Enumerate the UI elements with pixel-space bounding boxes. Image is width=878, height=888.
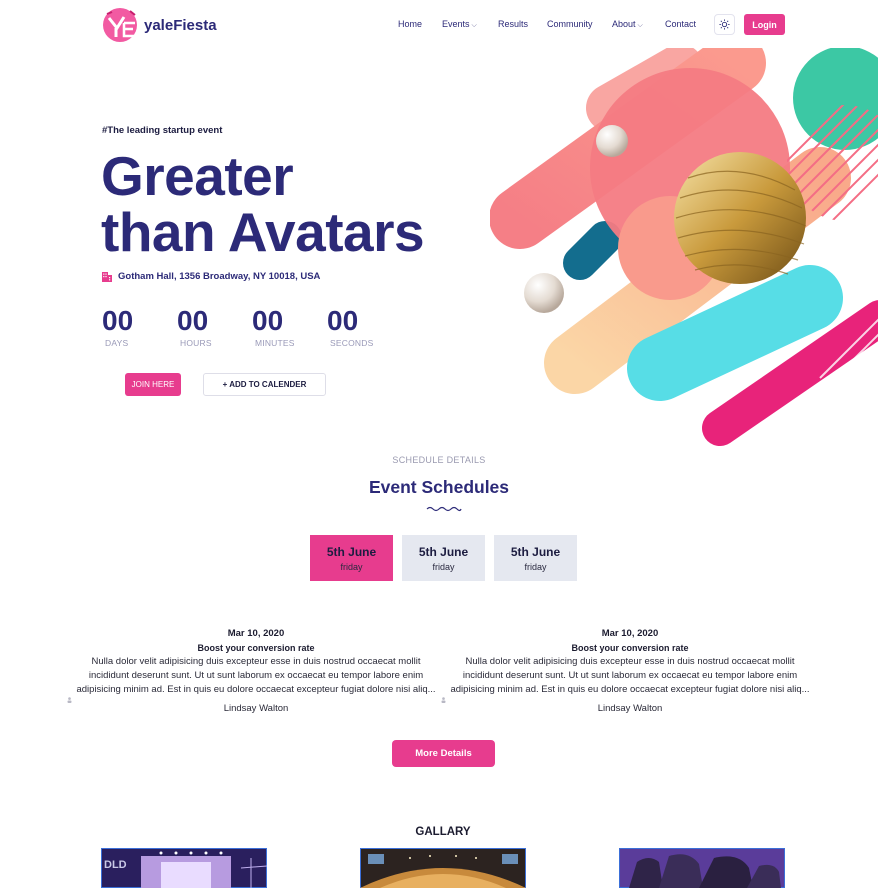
logo-icon	[103, 8, 137, 42]
event-desc-line: adipisicing minim ad. Est in quis eu dol…	[76, 684, 436, 695]
event-description: Nulla dolor velit adipisicing duis excep…	[69, 655, 443, 697]
hero-title-line2: than Avatars	[101, 201, 425, 263]
countdown-label: DAYS	[105, 338, 129, 348]
countdown-value: 00	[177, 305, 209, 336]
countdown-label: SECONDS	[330, 338, 374, 348]
event-desc-line: incididunt deserunt sunt. Ut ut sunt lab…	[462, 670, 798, 681]
event-date: Mar 10, 2020	[227, 628, 285, 639]
brand-logo[interactable]: yaleFiesta	[102, 6, 217, 44]
theme-toggle-button[interactable]	[714, 14, 735, 35]
day-tab[interactable]: 5th June friday	[494, 535, 577, 581]
countdown-value: 00	[327, 305, 359, 336]
conference-stage-image[interactable]: DLD	[101, 848, 267, 888]
day-tab-weekday: friday	[524, 562, 547, 572]
day-tab-weekday: friday	[340, 562, 363, 572]
countdown-days: 00 DAYS	[102, 305, 134, 349]
day-tab[interactable]: 5th June friday	[402, 535, 485, 581]
speaker-avatar-icon	[67, 697, 72, 703]
venue-address: Gotham Hall, 1356 Broadway, NY 10018, US…	[101, 270, 320, 282]
countdown-seconds: 00 SECONDS	[327, 305, 374, 349]
more-details-button[interactable]: More Details	[392, 740, 495, 767]
event-card: Mar 10, 2020 Boost your conversion rate …	[67, 628, 443, 714]
event-title: Boost your conversion rate	[197, 643, 315, 653]
nav-about-label: About	[612, 19, 636, 29]
venue-text: Gotham Hall, 1356 Broadway, NY 10018, US…	[118, 270, 321, 282]
countdown-value: 00	[102, 305, 134, 336]
building-icon	[102, 272, 112, 282]
stage-sign: DLD	[104, 859, 127, 871]
chevron-down-icon: ⌵	[637, 22, 643, 29]
event-card: Mar 10, 2020 Boost your conversion rate …	[441, 628, 817, 714]
event-date: Mar 10, 2020	[601, 628, 659, 639]
nav-about[interactable]: About ⌵	[612, 19, 643, 30]
day-tab-date: 5th June	[418, 545, 469, 559]
login-button[interactable]: Login	[744, 14, 785, 35]
schedule-title: Event Schedules	[368, 477, 510, 497]
add-to-calendar-button[interactable]: + ADD TO CALENDER	[203, 373, 326, 396]
day-tab-date: 5th June	[326, 545, 377, 559]
nav-home-label: Home	[398, 19, 423, 29]
hero-illustration	[490, 48, 878, 446]
gallery-title: GALLARY	[415, 826, 471, 838]
event-speaker: Lindsay Walton	[223, 703, 289, 714]
nav-contact-label: Contact	[665, 19, 697, 29]
speaker-avatar-icon	[441, 697, 446, 703]
chevron-down-icon: ⌵	[471, 22, 477, 29]
nav-community-label: Community	[547, 19, 593, 29]
nav-results[interactable]: Results	[498, 19, 528, 29]
countdown-minutes: 00 MINUTES	[252, 305, 295, 349]
nav-community[interactable]: Community	[547, 19, 593, 29]
concert-hall-building-image[interactable]	[619, 848, 785, 888]
join-here-button[interactable]: JOIN HERE	[125, 373, 181, 396]
event-desc-line: incididunt deserunt sunt. Ut ut sunt lab…	[88, 670, 424, 681]
countdown-value: 00	[252, 305, 284, 336]
event-speaker: Lindsay Walton	[597, 703, 663, 714]
nav-home[interactable]: Home	[398, 19, 422, 29]
day-tab-date: 5th June	[510, 545, 561, 559]
nav-events-label: Events	[442, 19, 470, 29]
schedule-subtitle: SCHEDULE DETAILS	[392, 455, 486, 465]
nav-results-label: Results	[498, 19, 529, 29]
nav-events[interactable]: Events ⌵	[442, 19, 477, 30]
event-desc-line: adipisicing minim ad. Est in quis eu dol…	[450, 684, 810, 695]
countdown-label: HOURS	[180, 338, 212, 348]
nav-contact[interactable]: Contact	[665, 19, 696, 29]
hero-tagline: #The leading startup event	[102, 125, 223, 136]
day-tab[interactable]: 5th June friday	[310, 535, 393, 581]
top-navbar: yaleFiesta Home Events ⌵ Results Communit…	[0, 0, 878, 50]
auditorium-image[interactable]	[360, 848, 526, 888]
event-desc-line: Nulla dolor velit adipisicing duis excep…	[91, 656, 421, 667]
hero-title: Greater than Avatars	[101, 145, 425, 263]
countdown-label: MINUTES	[255, 338, 295, 348]
day-tab-weekday: friday	[432, 562, 455, 572]
countdown-hours: 00 HOURS	[177, 305, 212, 349]
event-title: Boost your conversion rate	[571, 643, 689, 653]
event-description: Nulla dolor velit adipisicing duis excep…	[443, 655, 817, 697]
hero-title-line1: Greater	[101, 145, 294, 207]
event-desc-line: Nulla dolor velit adipisicing duis excep…	[465, 656, 795, 667]
squiggle-divider-icon	[426, 506, 462, 512]
sun-icon	[719, 19, 730, 30]
brand-name: yaleFiesta	[144, 16, 217, 34]
